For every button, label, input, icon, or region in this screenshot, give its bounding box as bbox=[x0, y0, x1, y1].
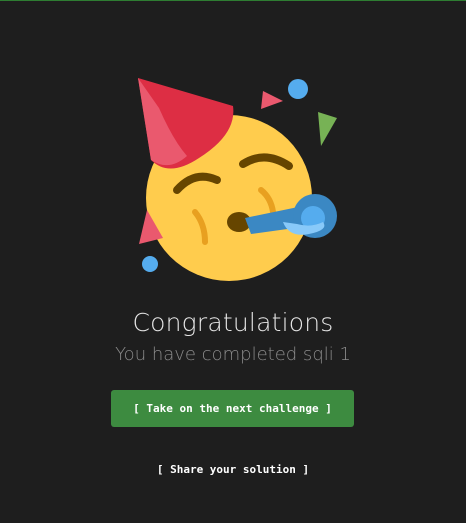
share-solution-link[interactable]: [ Share your solution ] bbox=[0, 463, 466, 476]
next-challenge-button[interactable]: [ Take on the next challenge ] bbox=[111, 390, 354, 427]
page-title: Congratulations bbox=[132, 308, 334, 337]
confetti-pink-top bbox=[261, 91, 283, 109]
confetti-blue-left bbox=[142, 256, 158, 272]
confetti-green bbox=[318, 112, 337, 146]
partying-face-icon bbox=[138, 78, 337, 281]
completion-subtitle: You have completed sqli 1 bbox=[115, 344, 351, 365]
confetti-blue-top bbox=[288, 79, 308, 99]
completion-page: Congratulations You have completed sqli … bbox=[0, 0, 466, 523]
